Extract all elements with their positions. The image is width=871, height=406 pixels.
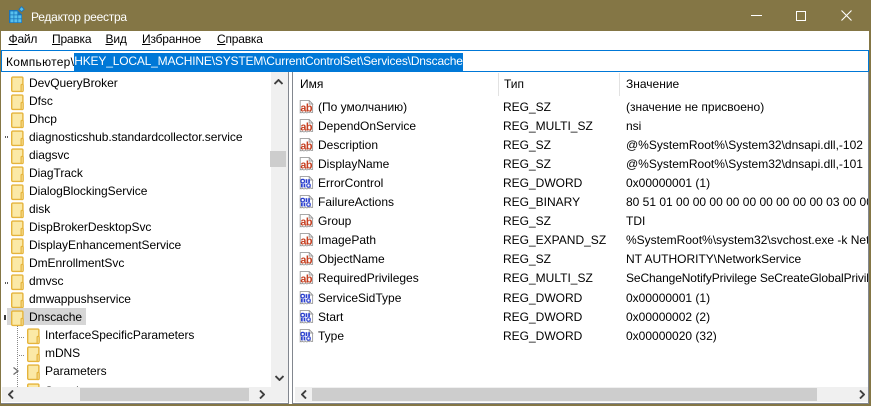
- svg-text:ab: ab: [300, 140, 313, 152]
- svg-text:ab: ab: [300, 254, 313, 266]
- svg-text:ab: ab: [300, 235, 313, 247]
- svg-text:ab: ab: [300, 102, 313, 114]
- svg-text:ab: ab: [300, 159, 313, 171]
- svg-text:ab: ab: [300, 273, 313, 285]
- svg-text:ab: ab: [300, 121, 313, 133]
- svg-text:ab: ab: [300, 216, 313, 228]
